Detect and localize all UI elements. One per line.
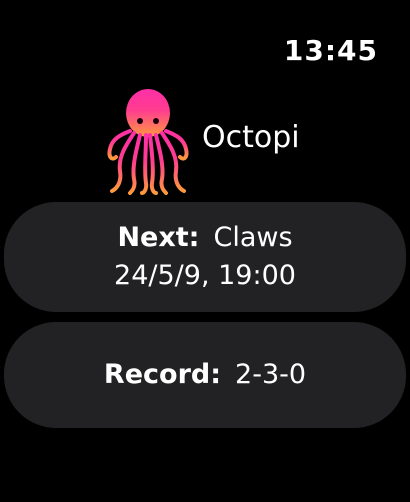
app-title: Octopi — [202, 119, 300, 155]
next-game-card[interactable]: Next: Claws 24/5/9, 19:00 — [4, 202, 406, 312]
next-game-datetime: 24/5/9, 19:00 — [114, 260, 296, 291]
record-card[interactable]: Record: 2-3-0 — [4, 322, 406, 428]
record-value: 2-3-0 — [235, 359, 307, 390]
next-game-line: Next: Claws — [117, 219, 292, 257]
next-opponent: Claws — [213, 222, 293, 253]
next-label: Next: — [117, 222, 200, 253]
app-header: Octopi — [104, 86, 300, 196]
octopus-icon — [107, 89, 189, 195]
record-line: Record: 2-3-0 — [104, 356, 306, 394]
record-label: Record: — [103, 359, 222, 390]
status-time: 13:45 — [283, 34, 378, 67]
